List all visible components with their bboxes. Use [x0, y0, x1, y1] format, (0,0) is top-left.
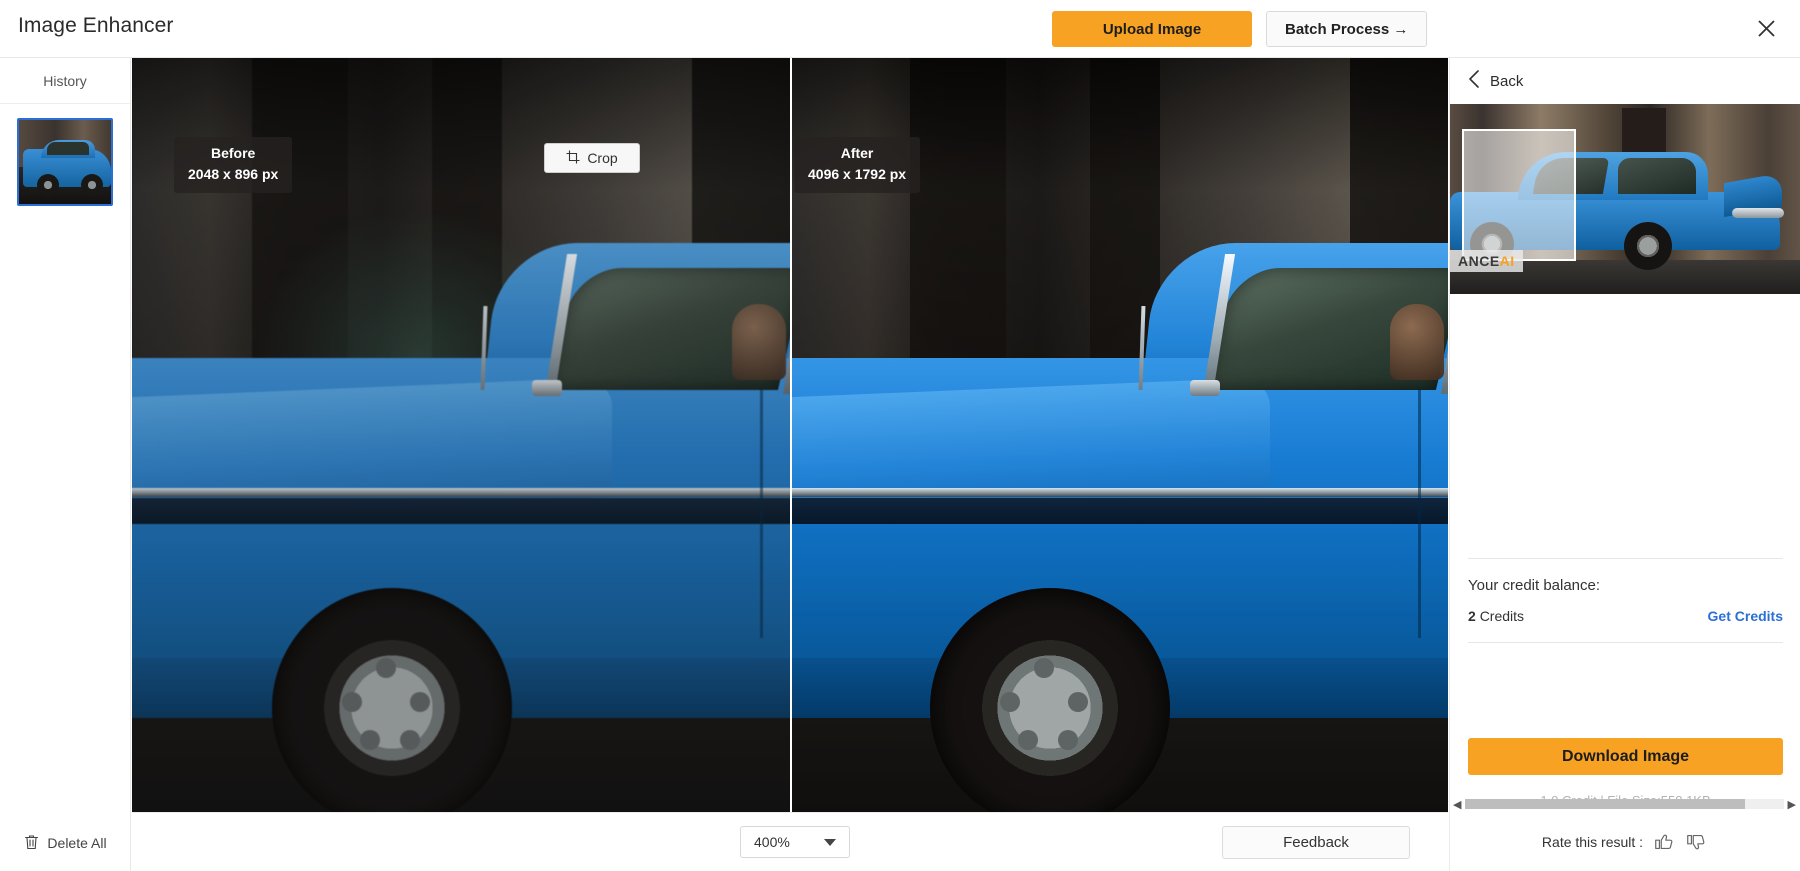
compare-divider-handle[interactable] [790, 58, 792, 812]
zoom-level-select[interactable]: 400% [740, 826, 850, 858]
rate-result-row: Rate this result : [1449, 812, 1800, 871]
page-title: Image Enhancer [18, 14, 174, 37]
right-panel: Back ANCEAI Your credit balance: 2 Credi… [1449, 58, 1800, 871]
close-icon[interactable] [1746, 8, 1786, 48]
right-panel-horizontal-scrollbar[interactable]: ◀ ▶ [1449, 796, 1800, 812]
scroll-left-arrow-icon[interactable]: ◀ [1453, 798, 1461, 811]
top-bar-actions: Upload Image Batch Process → [1052, 11, 1428, 47]
history-sidebar: History Delete All [0, 58, 131, 871]
feedback-button[interactable]: Feedback [1222, 826, 1410, 859]
credit-unit: Credits [1479, 608, 1525, 624]
after-label-badge: After 4096 x 1792 px [794, 137, 921, 193]
delete-all-label: Delete All [47, 835, 107, 851]
preview-navigator[interactable]: ANCEAI [1450, 104, 1800, 294]
history-list [0, 104, 130, 206]
thumbs-up-icon[interactable] [1653, 831, 1675, 853]
thumbs-down-icon[interactable] [1685, 831, 1707, 853]
credit-balance-title: Your credit balance: [1468, 577, 1601, 594]
credit-amount: 2 [1468, 608, 1476, 624]
after-label: After [840, 145, 874, 161]
crop-label: Crop [587, 150, 618, 166]
image-enhancer-app: Image Enhancer Upload Image Batch Proces… [0, 0, 1800, 871]
bottom-toolbar: 400% Feedback [132, 812, 1448, 871]
crop-button[interactable]: Crop [544, 143, 640, 173]
history-title: History [0, 58, 130, 104]
batch-process-button[interactable]: Batch Process → [1266, 11, 1428, 47]
scrollbar-track[interactable] [1465, 799, 1784, 809]
comparison-viewer[interactable]: Before 2048 x 896 px After 4096 x 1792 p… [132, 58, 1448, 812]
delete-all-button[interactable]: Delete All [0, 815, 131, 871]
preview-viewport-rectangle[interactable] [1462, 129, 1576, 261]
get-credits-link[interactable]: Get Credits [1708, 608, 1783, 624]
watermark-text: ANCE [1458, 253, 1500, 269]
after-dimensions: 4096 x 1792 px [808, 166, 907, 182]
download-image-button[interactable]: Download Image [1468, 738, 1783, 775]
scrollbar-thumb[interactable] [1465, 799, 1746, 809]
zoom-level-value: 400% [754, 834, 790, 850]
credit-balance-row: 2 Credits Get Credits [1468, 608, 1783, 643]
watermark-label: ANCEAI [1450, 250, 1523, 272]
rate-result-label: Rate this result : [1541, 833, 1644, 850]
before-label-badge: Before 2048 x 896 px [174, 137, 293, 193]
back-label: Back [1490, 72, 1524, 90]
before-label: Before [210, 145, 256, 161]
before-dimensions: 2048 x 896 px [188, 166, 279, 182]
credit-amount-text: 2 Credits [1468, 608, 1524, 624]
upload-image-button[interactable]: Upload Image [1052, 11, 1252, 47]
trash-icon [24, 834, 39, 853]
chevron-left-icon [1468, 70, 1480, 92]
chevron-down-icon [824, 838, 836, 846]
crop-icon [566, 150, 580, 167]
history-thumbnail-1[interactable] [17, 118, 113, 206]
top-bar: Image Enhancer Upload Image Batch Proces… [0, 0, 1800, 58]
scroll-right-arrow-icon[interactable]: ▶ [1788, 798, 1796, 811]
back-button[interactable]: Back [1450, 58, 1800, 104]
watermark-accent-text: AI [1499, 253, 1515, 269]
credit-balance-block: Your credit balance: 2 Credits Get Credi… [1468, 558, 1783, 643]
